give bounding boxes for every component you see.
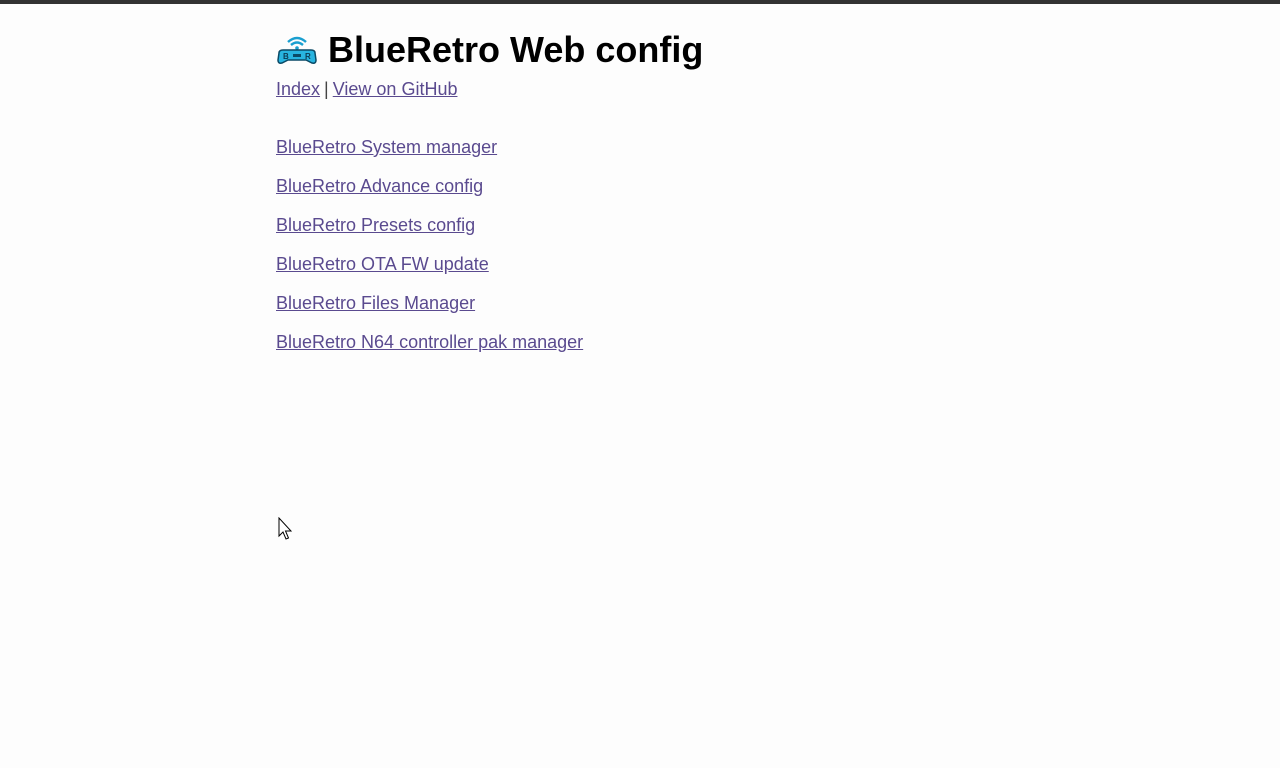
nav-separator: | [324, 79, 329, 99]
header: B R BlueRetro Web config [276, 24, 976, 76]
list-item: BlueRetro Presets config [276, 213, 976, 237]
n64-controller-pak-manager-link[interactable]: BlueRetro N64 controller pak manager [276, 332, 583, 352]
files-manager-link[interactable]: BlueRetro Files Manager [276, 293, 475, 313]
svg-text:B: B [283, 52, 289, 61]
top-nav: Index | View on GitHub [276, 77, 976, 101]
page-title: BlueRetro Web config [328, 29, 704, 70]
svg-text:R: R [305, 52, 311, 61]
advance-config-link[interactable]: BlueRetro Advance config [276, 176, 483, 196]
index-link[interactable]: Index [276, 79, 320, 99]
config-links-list: BlueRetro System manager BlueRetro Advan… [276, 135, 976, 354]
list-item: BlueRetro OTA FW update [276, 252, 976, 276]
ota-fw-update-link[interactable]: BlueRetro OTA FW update [276, 254, 489, 274]
page-content: B R BlueRetro Web config Index | View on G… [276, 24, 976, 369]
list-item: BlueRetro Files Manager [276, 291, 976, 315]
list-item: BlueRetro System manager [276, 135, 976, 159]
mouse-pointer-icon [278, 516, 293, 541]
list-item: BlueRetro Advance config [276, 174, 976, 198]
blueretro-logo-icon: B R [276, 33, 318, 67]
top-border [0, 0, 1280, 4]
system-manager-link[interactable]: BlueRetro System manager [276, 137, 497, 157]
view-on-github-link[interactable]: View on GitHub [333, 79, 458, 99]
list-item: BlueRetro N64 controller pak manager [276, 330, 976, 354]
presets-config-link[interactable]: BlueRetro Presets config [276, 215, 475, 235]
